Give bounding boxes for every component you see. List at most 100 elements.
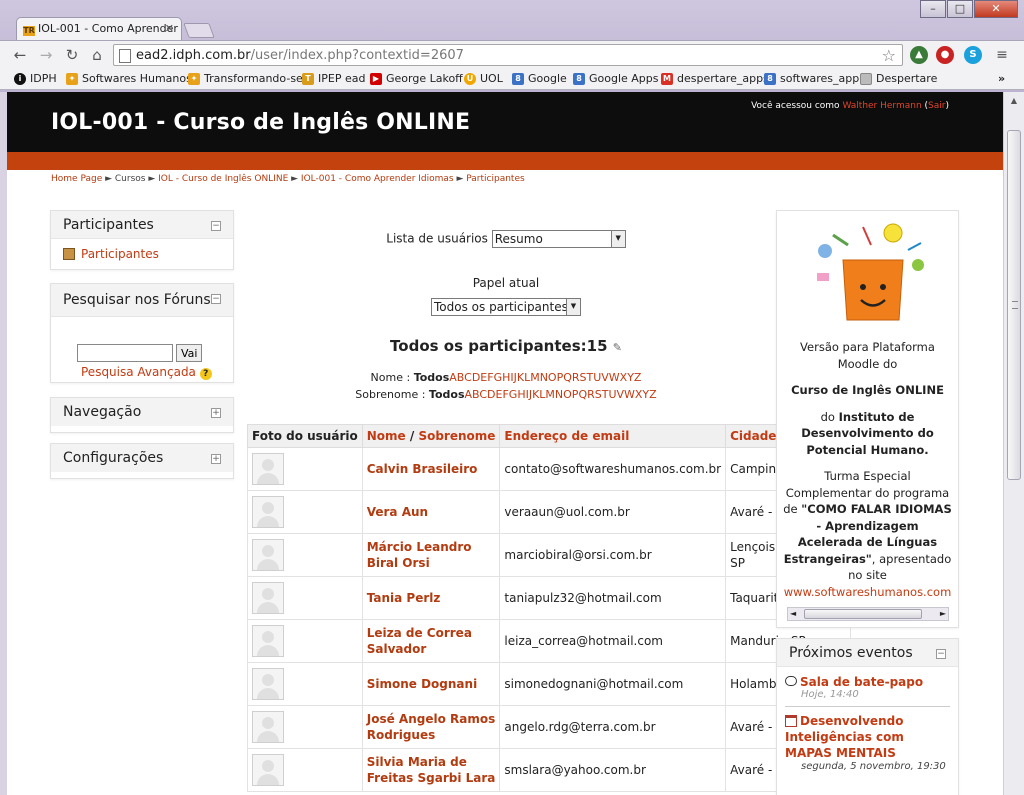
collapse-icon[interactable]: − — [211, 221, 221, 231]
address-bar[interactable]: ead2.idph.com.br/user/index.php?contexti… — [113, 44, 903, 66]
close-window-button[interactable]: ✕ — [974, 0, 1018, 18]
user-email: marciobiral@orsi.com.br — [499, 533, 727, 577]
user-avatar[interactable] — [252, 582, 284, 614]
tab-title: IOL-001 - Como Aprender — [38, 22, 178, 35]
col-name[interactable]: Nome / Sobrenome — [361, 424, 501, 448]
page-icon — [119, 49, 131, 63]
scrollbar-thumb[interactable] — [1007, 130, 1021, 480]
block-title: Próximos eventos — [777, 639, 958, 667]
bookmark-item[interactable]: ✦ Transformando-se — [188, 72, 303, 85]
scroll-left-icon[interactable]: ◄ — [790, 608, 796, 620]
upcoming-events-block: Próximos eventos − Sala de bate-papo Hoj… — [776, 638, 959, 795]
user-name-link[interactable]: Márcio Leandro Biral Orsi — [367, 540, 472, 570]
page-scrollbar[interactable]: ▲ — [1003, 92, 1024, 795]
search-go-button[interactable]: Vai — [176, 344, 203, 362]
user-avatar[interactable] — [252, 754, 284, 786]
filter-all-name[interactable]: Todos — [414, 371, 450, 384]
user-avatar[interactable] — [252, 668, 284, 700]
user-name-link[interactable]: José Angelo Ramos Rodrigues — [367, 712, 496, 742]
bookmark-item[interactable]: 8 Google Apps — [573, 72, 659, 85]
user-name-link[interactable]: Simone Dognani — [367, 677, 477, 691]
scroll-thumb[interactable] — [804, 609, 922, 619]
participant-count-heading: Todos os participantes:15 ✎ — [390, 337, 622, 355]
adblock-icon[interactable]: ● — [936, 46, 954, 64]
minimize-button[interactable]: – — [920, 0, 946, 18]
name-letter-links[interactable]: ABCDEFGHIJKLMNOPQRSTUVWXYZ — [449, 371, 641, 384]
participants-link[interactable]: Participantes — [81, 247, 159, 261]
user-name-link[interactable]: Vera Aun — [367, 505, 428, 519]
bookmark-item[interactable]: T IPEP ead — [302, 72, 365, 85]
event-chat-link[interactable]: Sala de bate-papo — [800, 675, 923, 689]
user-avatar[interactable] — [252, 625, 284, 657]
bookmark-item[interactable]: U UOL — [464, 72, 503, 85]
user-email: leiza_correa@hotmail.com — [499, 619, 727, 663]
breadcrumb-participants[interactable]: Participantes — [466, 174, 524, 184]
user-link[interactable]: Walther Hermann — [842, 101, 921, 111]
user-avatar[interactable] — [252, 496, 284, 528]
horizontal-scrollbar[interactable]: ◄ ► — [787, 607, 949, 621]
breadcrumb-category[interactable]: IOL - Curso de Inglês ONLINE — [158, 174, 288, 184]
user-name-link[interactable]: Calvin Brasileiro — [367, 462, 478, 476]
table-row: Márcio Leandro Biral Orsi marciobiral@ors… — [247, 533, 852, 577]
site-favicon-icon: TR — [23, 26, 35, 36]
home-icon[interactable]: ⌂ — [87, 45, 107, 65]
help-icon[interactable]: ? — [199, 368, 212, 380]
maximize-button[interactable]: □ — [947, 0, 973, 18]
advanced-search-link[interactable]: Pesquisa Avançada — [81, 365, 196, 379]
bookmark-item[interactable]: Despertare — [860, 72, 937, 85]
skype-icon[interactable]: S — [964, 46, 982, 64]
new-tab-button[interactable] — [183, 23, 215, 38]
softwareshumanos-link[interactable]: www.softwareshumanos.com — [784, 585, 952, 599]
title-bar: TR IOL-001 - Como Aprender ✕ – □ ✕ — [0, 0, 1024, 40]
extension-icon[interactable]: ▲ — [910, 46, 928, 64]
user-name-link[interactable]: Silvia Maria de Freitas Sgarbi Lara — [367, 755, 496, 785]
surname-letter-links[interactable]: ABCDEFGHIJKLMNOPQRSTUVWXYZ — [465, 388, 657, 401]
bookmark-star-icon[interactable]: ☆ — [882, 46, 896, 65]
more-bookmarks-icon[interactable]: » — [998, 72, 1005, 85]
bookmark-item[interactable]: 8 Google — [512, 72, 567, 85]
reload-icon[interactable]: ↻ — [62, 45, 82, 65]
bookmark-item[interactable]: ✦ Softwares Humanos — [66, 72, 192, 85]
user-name-link[interactable]: Leiza de Correa Salvador — [367, 626, 472, 656]
role-label: Papel atual — [472, 276, 540, 290]
expand-icon[interactable]: + — [211, 408, 221, 418]
user-avatar[interactable] — [252, 711, 284, 743]
bookmark-item[interactable]: Mdespertare_apps — [661, 72, 769, 85]
breadcrumb-home[interactable]: Home Page — [51, 174, 102, 184]
collapse-icon[interactable]: − — [211, 294, 221, 304]
event-mindmaps-link[interactable]: Desenvolvendo Inteligências com MAPAS ME… — [785, 714, 904, 760]
user-avatar[interactable] — [252, 539, 284, 571]
close-tab-icon[interactable]: ✕ — [165, 22, 174, 35]
browser-tab[interactable]: TR IOL-001 - Como Aprender ✕ — [16, 17, 182, 40]
collapse-icon[interactable]: − — [936, 649, 946, 659]
login-info: Você acessou como Walther Hermann (Sair) — [751, 101, 949, 111]
bookmark-item[interactable]: ▶ George Lakoff — [370, 72, 463, 85]
role-select[interactable]: Todos os participantes ▼ — [431, 298, 581, 316]
user-name-link[interactable]: Tania Perlz — [367, 591, 441, 605]
breadcrumb-course[interactable]: IOL-001 - Como Aprender Idiomas — [301, 174, 454, 184]
table-row: Simone Dognani simonedognani@hotmail.com H… — [247, 662, 852, 706]
user-list-select[interactable]: Resumo ▼ — [491, 230, 626, 248]
site-header: IOL-001 - Curso de Inglês ONLINE Você ac… — [7, 92, 1003, 152]
bookmark-item[interactable]: i IDPH — [14, 72, 57, 85]
back-icon[interactable]: ← — [10, 45, 30, 65]
logout-link[interactable]: Sair — [928, 101, 945, 111]
chevron-down-icon: ▼ — [566, 299, 580, 315]
chat-bubble-icon — [785, 676, 797, 686]
scroll-right-icon[interactable]: ► — [940, 608, 946, 620]
navigation-block[interactable]: Navegação + — [50, 397, 234, 433]
scroll-up-icon[interactable]: ▲ — [1004, 92, 1024, 110]
forward-icon[interactable]: → — [36, 45, 56, 65]
settings-block[interactable]: Configurações + — [50, 443, 234, 479]
forum-search-input[interactable] — [77, 344, 173, 362]
col-email[interactable]: Endereço de email — [499, 424, 727, 448]
expand-icon[interactable]: + — [211, 454, 221, 464]
participants-table: Foto do usuário Nome / Sobrenome Endereç… — [247, 424, 852, 792]
bookmark-item[interactable]: 8 softwares_app — [764, 72, 859, 85]
menu-icon[interactable]: ≡ — [992, 45, 1012, 65]
filter-all-surname[interactable]: Todos — [429, 388, 465, 401]
pencil-icon[interactable]: ✎ — [613, 341, 622, 354]
user-avatar[interactable] — [252, 453, 284, 485]
bookmarks-bar: i IDPH ✦ Softwares Humanos ✦ Transformando-… — [0, 68, 1024, 90]
breadcrumb: Home Page ► Cursos ► IOL - Curso de Ingl… — [51, 174, 525, 184]
